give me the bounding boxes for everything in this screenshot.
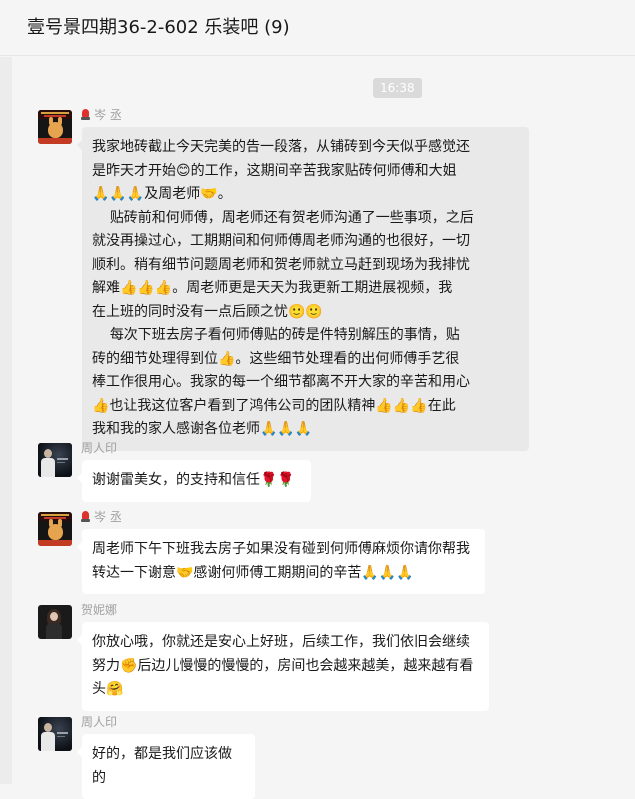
- avatar[interactable]: [38, 512, 72, 546]
- sender-name: 贺妮娜: [81, 603, 118, 617]
- message-line: 砖的细节处理得到位👍。这些细节处理看的出何师傅手艺很: [92, 350, 460, 367]
- message-line: 就没再操过心，工期期间和何师傅周老师沟通的也很好，一切: [92, 233, 470, 249]
- message-line: 在上班的同时没有一点后顾之忧🙂🙂: [92, 303, 323, 320]
- message-line: 转达一下谢意🤝感谢何师傅工期期间的辛苦🙏🙏🙏: [92, 564, 414, 581]
- message-bubble[interactable]: 谢谢雷美女，的支持和信任🌹🌹: [77, 460, 311, 502]
- red-lamp-icon: [81, 109, 90, 120]
- message-line: 是昨天才开始😊的工作，这期间辛苦我家贴砖何师傅和大姐: [92, 162, 457, 179]
- message-line: 🙏🙏🙏及周老师🤝。: [92, 186, 232, 202]
- sender-name: 岑 丞: [81, 107, 122, 123]
- message-line: 每次下班去房子看何师傅贴的砖是件特别解压的事情，贴: [92, 327, 460, 343]
- avatar[interactable]: [38, 605, 72, 639]
- red-lamp-icon: [81, 511, 90, 522]
- sender-name: 岑 丞: [81, 509, 122, 525]
- message-line: 我和我的家人感谢各位老师🙏🙏🙏: [92, 421, 313, 437]
- message-line: 好的，都是我们应该做的: [92, 746, 232, 786]
- message-line: 周老师下午下班我去房子如果没有碰到何师傅麻烦你请你帮我: [92, 541, 470, 557]
- avatar[interactable]: [38, 443, 72, 477]
- message-line: 努力✊后边儿慢慢的慢慢的，房间也会越来越美，越来越有看: [92, 657, 474, 674]
- message-line: 你放心哦，你就还是安心上好班，后续工作，我们依旧会继续: [92, 634, 470, 650]
- message-bubble[interactable]: 我家地砖截止今天完美的告一段落，从铺砖到今天似乎感觉还 是昨天才开始😊的工作，这…: [77, 127, 529, 451]
- message-bubble[interactable]: 好的，都是我们应该做的: [77, 734, 255, 799]
- chat-header: 壹号景四期36-2-602 乐装吧 (9): [0, 0, 635, 56]
- chat-title: 壹号景四期36-2-602 乐装吧 (9): [27, 17, 290, 38]
- message-line: 贴砖前和何师傅，周老师还有贺老师沟通了一些事项，之后: [92, 209, 474, 226]
- avatar[interactable]: [38, 110, 72, 144]
- message-line: 👍也让我这位客户看到了鸿伟公司的团队精神👍👍👍在此: [92, 397, 456, 414]
- sender-name: 周人印: [81, 441, 118, 455]
- message-line: 我家地砖截止今天完美的告一段落，从铺砖到今天似乎感觉还: [92, 139, 470, 155]
- message-line: 头🤗: [92, 681, 124, 697]
- left-scroll-rail: [0, 57, 12, 784]
- timestamp-divider: 16:38: [373, 78, 422, 98]
- message-line: 解难👍👍👍。周老师更是天天为我更新工期进展视频，我: [92, 280, 453, 296]
- message-bubble[interactable]: 周老师下午下班我去房子如果没有碰到何师傅麻烦你请你帮我 转达一下谢意🤝感谢何师傅…: [77, 529, 485, 594]
- sender-name: 周人印: [81, 715, 118, 729]
- message-line: 顺利。稍有细节问题周老师和贺老师就立马赶到现场为我排忧: [92, 256, 470, 273]
- avatar[interactable]: [38, 717, 72, 751]
- message-line: 谢谢雷美女，的支持和信任🌹🌹: [92, 472, 295, 488]
- message-bubble[interactable]: 你放心哦，你就还是安心上好班，后续工作，我们依旧会继续 努力✊后边儿慢慢的慢慢的…: [77, 622, 489, 711]
- message-line: 棒工作很用心。我家的每一个细节都离不开大家的辛苦和用心: [92, 374, 470, 390]
